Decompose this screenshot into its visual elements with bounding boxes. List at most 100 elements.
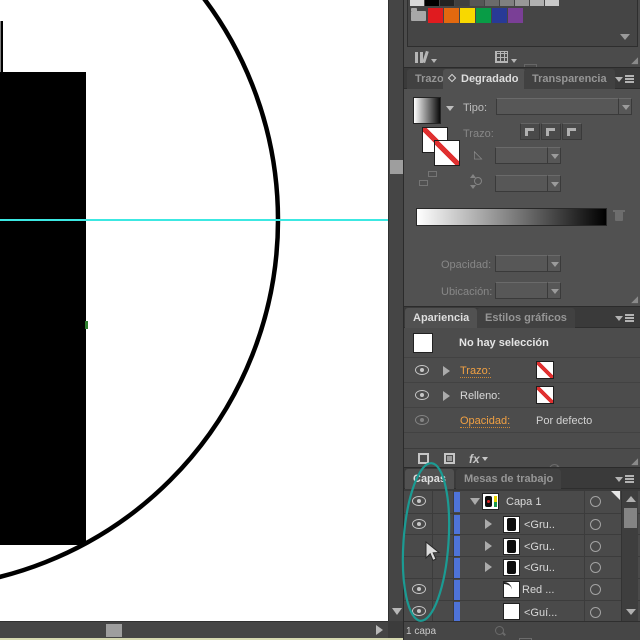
gradient-type-dropdown-arrow[interactable] — [618, 98, 632, 115]
locate-object-icon[interactable] — [494, 625, 506, 637]
opacity-link[interactable]: Opacidad: — [460, 415, 511, 428]
layer-row[interactable]: <Guí... — [404, 600, 640, 622]
swatches-list[interactable] — [407, 0, 638, 47]
layer-name[interactable]: Red ... — [522, 584, 554, 596]
swatch-libraries-arrow-icon[interactable] — [431, 59, 437, 63]
swatch[interactable] — [455, 0, 469, 6]
panel-menu-icon[interactable] — [615, 474, 635, 484]
swatch[interactable] — [500, 0, 514, 6]
scroll-down-arrow-icon[interactable] — [392, 608, 402, 615]
target-circle-icon[interactable] — [590, 584, 601, 595]
stroke-gradient-across-button[interactable] — [562, 123, 582, 140]
target-circle-icon[interactable] — [590, 541, 601, 552]
target-circle-icon[interactable] — [590, 607, 601, 618]
swatch[interactable] — [515, 0, 529, 6]
black-rectangle-shape[interactable] — [0, 72, 86, 545]
swatch-blue[interactable] — [492, 8, 507, 23]
resize-grip-icon[interactable]: ◢ — [631, 55, 638, 66]
tab-mesas-de-trabajo[interactable]: Mesas de trabajo — [456, 469, 562, 489]
horizontal-guide[interactable] — [0, 219, 388, 221]
stroke-link[interactable]: Trazo: — [460, 365, 491, 378]
swatches-scroll-down-icon[interactable] — [620, 34, 630, 40]
fill-none-swatch[interactable] — [536, 386, 554, 404]
gradient-stroke-none-swatch[interactable] — [434, 140, 460, 166]
swatch[interactable] — [470, 0, 484, 6]
horizontal-scrollbar-thumb[interactable] — [106, 624, 122, 637]
visibility-eye-icon[interactable] — [415, 365, 429, 375]
swatch[interactable] — [410, 0, 424, 6]
swatch-kinds-icon[interactable] — [495, 51, 508, 63]
add-new-stroke-icon[interactable] — [418, 453, 429, 464]
vertical-scrollbar[interactable] — [388, 0, 403, 621]
fill-label[interactable]: Relleno: — [460, 390, 500, 402]
swatch-orange[interactable] — [444, 8, 459, 23]
visibility-eye-icon[interactable] — [415, 390, 429, 400]
swatch[interactable] — [530, 0, 544, 6]
layers-scrollbar[interactable] — [621, 491, 638, 621]
swatch[interactable] — [440, 0, 454, 6]
add-new-fill-icon[interactable] — [444, 453, 455, 464]
collapse-arrow-icon[interactable] — [470, 498, 480, 505]
tab-estilos-graficos[interactable]: Estilos gráficos — [477, 308, 575, 328]
layers-scrollbar-thumb[interactable] — [624, 508, 637, 528]
expand-arrow-icon[interactable] — [485, 562, 492, 572]
resize-grip-icon[interactable]: ◢ — [631, 456, 638, 467]
gradient-slider[interactable] — [416, 208, 607, 226]
swatch[interactable] — [425, 0, 439, 6]
vertical-scrollbar-thumb[interactable] — [390, 160, 403, 174]
expand-arrow-icon[interactable] — [443, 366, 450, 376]
location-dropdown-arrow[interactable] — [547, 282, 561, 299]
aspect-ratio-dropdown-arrow[interactable] — [547, 175, 561, 192]
layer-name[interactable]: <Guí... — [524, 607, 557, 619]
target-circle-icon[interactable] — [590, 519, 601, 530]
tab-apariencia[interactable]: Apariencia — [405, 308, 478, 328]
swatch[interactable] — [545, 0, 559, 6]
layer-row[interactable]: <Gru.. — [404, 556, 640, 578]
aspect-ratio-dropdown[interactable] — [495, 175, 548, 192]
layer-row[interactable]: <Gru.. — [404, 534, 640, 556]
target-circle-icon[interactable] — [590, 496, 601, 507]
layer-name[interactable]: Capa 1 — [506, 496, 541, 508]
layer-thumbnail[interactable] — [503, 581, 520, 598]
layer-thumbnail[interactable] — [482, 493, 499, 510]
visibility-eye-icon[interactable] — [412, 606, 426, 616]
opacity-dropdown-arrow[interactable] — [547, 255, 561, 272]
tab-capas[interactable]: Capas — [405, 469, 455, 489]
visibility-eye-icon[interactable] — [412, 496, 426, 506]
panel-menu-icon[interactable] — [615, 74, 635, 84]
swatch-purple[interactable] — [508, 8, 523, 23]
swatch-red[interactable] — [428, 8, 443, 23]
swatch[interactable] — [485, 0, 499, 6]
stroke-gradient-along-button[interactable] — [541, 123, 561, 140]
layer-row[interactable]: <Gru.. — [404, 513, 640, 535]
stroke-gradient-within-button[interactable] — [520, 123, 540, 140]
visibility-eye-icon[interactable] — [412, 584, 426, 594]
stroke-none-swatch[interactable] — [536, 361, 554, 379]
opacity-row[interactable]: Opacidad: Por defecto — [404, 407, 640, 432]
reverse-gradient-icon[interactable] — [419, 171, 437, 186]
layer-thumbnail[interactable] — [503, 559, 520, 576]
location-dropdown[interactable] — [495, 282, 548, 299]
visibility-eye-icon[interactable] — [412, 519, 426, 529]
scroll-right-arrow-icon[interactable] — [376, 625, 383, 635]
gradient-thumb-arrow-icon[interactable] — [446, 106, 454, 111]
tab-degradado[interactable]: Degradado — [443, 69, 527, 89]
layer-thumbnail[interactable] — [503, 516, 520, 533]
layer-row[interactable]: Red ... — [404, 578, 640, 600]
visibility-eye-icon[interactable] — [415, 415, 429, 425]
resize-grip-icon[interactable]: ◢ — [631, 294, 638, 305]
layer-row[interactable]: Capa 1 — [404, 491, 640, 512]
add-effect-fx-icon[interactable]: fx — [469, 452, 488, 466]
scroll-up-arrow-icon[interactable] — [626, 496, 636, 502]
swatch-libraries-icon[interactable] — [414, 51, 430, 64]
gradient-thumbnail[interactable] — [413, 97, 441, 124]
opacity-dropdown[interactable] — [495, 255, 548, 272]
artboard-canvas[interactable] — [0, 0, 388, 621]
expand-arrow-icon[interactable] — [443, 391, 450, 401]
stroke-row[interactable]: Trazo: — [404, 357, 640, 382]
color-group-folder-icon[interactable] — [411, 8, 426, 21]
thin-bar-shape[interactable] — [0, 21, 4, 72]
delete-stop-icon[interactable] — [613, 209, 625, 221]
tab-transparencia[interactable]: Transparencia — [524, 69, 615, 89]
target-circle-icon[interactable] — [590, 562, 601, 573]
